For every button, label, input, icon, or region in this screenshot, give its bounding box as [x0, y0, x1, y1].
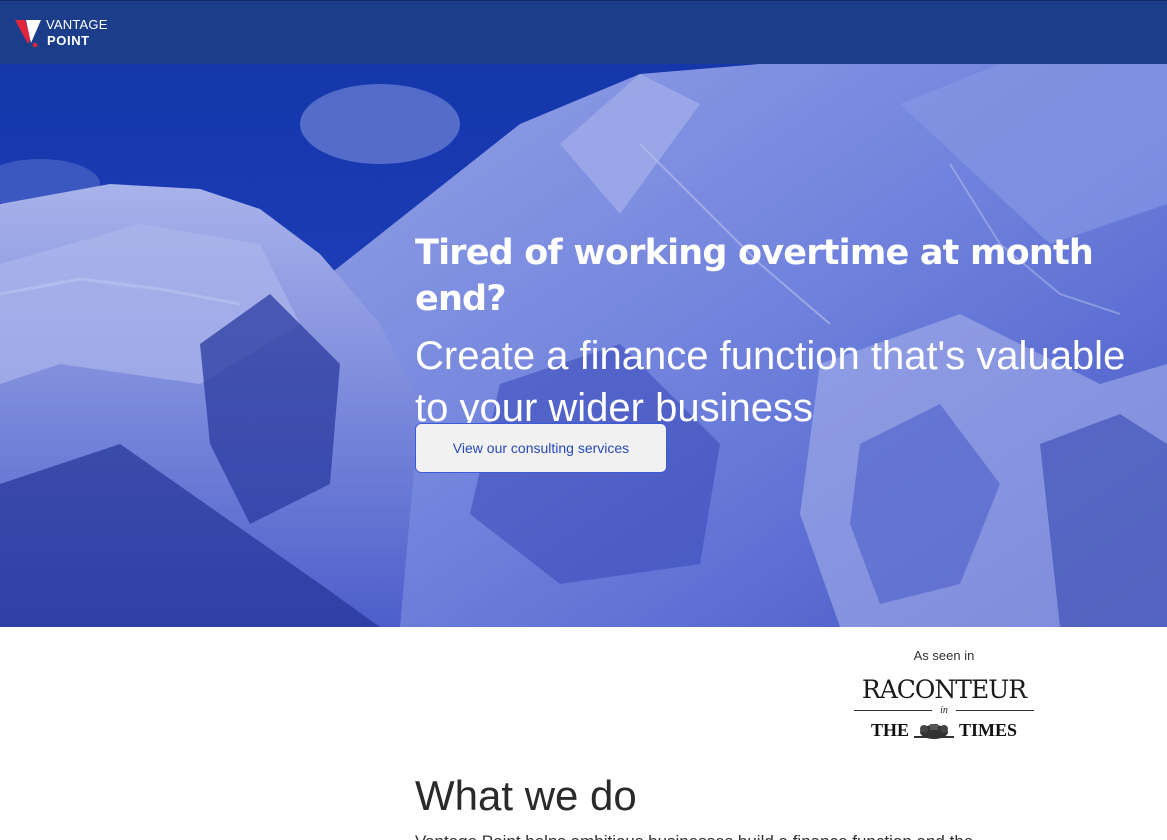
logo-text-point: POINT [47, 33, 90, 48]
hero-headline: Tired of working overtime at month end? [415, 233, 1094, 319]
as-seen-in-label: As seen in [913, 648, 975, 663]
what-we-do-heading: What we do [415, 772, 637, 819]
divider-line-left [854, 710, 933, 711]
hero-section: Tired of working overtime at month end? … [0, 64, 1167, 627]
raconteur-logo-text: RACONTEUR [861, 675, 1027, 704]
hero-text-block: Tired of working overtime at month end? … [415, 230, 1165, 434]
as-seen-in-block: As seen in RACONTEUR in THE TIMES [854, 648, 1034, 741]
hero-subheadline: Create a finance function that's valuabl… [415, 334, 1126, 430]
vantage-point-logo[interactable]: VANTAGE POINT [15, 17, 125, 51]
raconteur-in-divider: in [854, 705, 1034, 716]
times-crest-icon [913, 723, 954, 739]
raconteur-in-text: in [940, 705, 948, 716]
logo-text-vantage: VANTAGE [46, 17, 108, 32]
the-times-word-times: TIMES [958, 720, 1018, 740]
logo-v-icon [15, 20, 41, 48]
the-times-word-the: THE [870, 720, 909, 740]
divider-line-right [955, 710, 1034, 711]
site-header: VANTAGE POINT [0, 0, 1167, 64]
view-consulting-services-button[interactable]: View our consulting services [415, 423, 667, 473]
the-times-logo: THE TIMES [854, 720, 1034, 741]
what-we-do-body: Vantage Point helps ambitious businesses… [415, 832, 1055, 840]
